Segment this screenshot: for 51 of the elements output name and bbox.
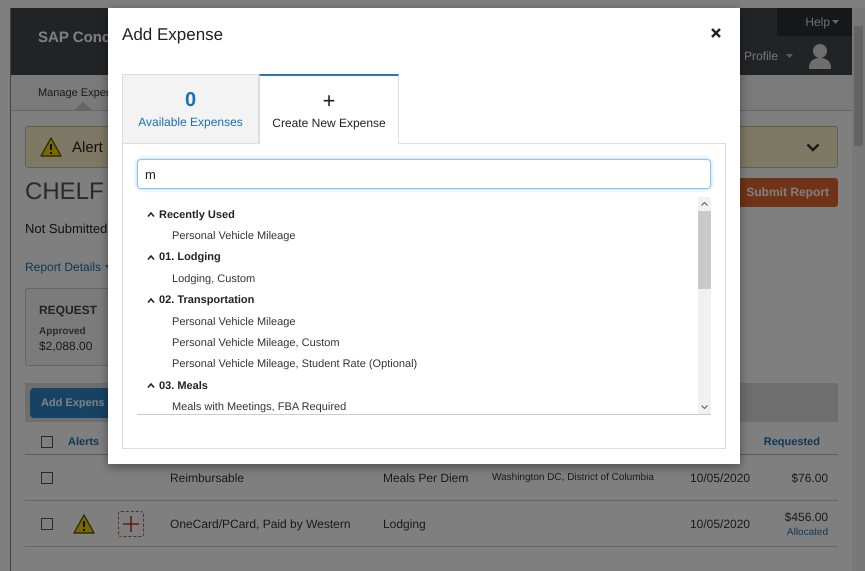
table-cell: 10/05/2020 <box>690 516 750 530</box>
scroll-up-icon[interactable] <box>701 202 708 206</box>
card-heading: REQUEST <box>39 303 98 317</box>
group-heading[interactable]: 01. Lodging <box>159 251 221 264</box>
table-cell: 10/05/2020 <box>690 470 750 484</box>
approved-amount: $2,088.00 <box>39 339 94 353</box>
list-item[interactable]: Meals with Meetings, FBA Required <box>172 401 346 414</box>
scrollbar[interactable] <box>852 8 865 571</box>
nav-tab[interactable]: Manage Exper <box>38 86 110 98</box>
report-status: Not Submitted <box>25 221 108 236</box>
tab-symbol: + <box>322 90 336 112</box>
help-menu[interactable]: Help <box>805 15 830 29</box>
table-cell: Reimbursable <box>170 470 244 484</box>
table-cell: $456.00 <box>784 510 828 524</box>
search-field[interactable]: m <box>137 159 711 189</box>
add-receipt-icon[interactable] <box>118 510 144 536</box>
avatar-icon <box>809 42 831 68</box>
table-cell: Lodging <box>383 516 426 530</box>
list-item[interactable]: Lodging, Custom <box>172 272 256 285</box>
close-icon <box>711 28 721 38</box>
checkbox[interactable] <box>41 472 53 484</box>
list-item[interactable]: Personal Vehicle Mileage <box>172 230 296 242</box>
group-heading[interactable]: 03. Meals <box>159 380 208 392</box>
close-button[interactable] <box>709 26 723 40</box>
group-heading[interactable]: 02. Transportation <box>159 294 254 306</box>
caret-icon <box>786 54 793 58</box>
table-cell: Washington DC, District of Columbia <box>492 472 654 483</box>
chevron-down-icon <box>806 142 820 152</box>
scroll-down-icon[interactable] <box>701 405 708 409</box>
tab[interactable]: 0 Available Expenses <box>122 74 259 143</box>
dialog-title: Add Expense <box>122 25 224 45</box>
caret-icon <box>832 20 839 24</box>
report-title: CHELF <box>25 178 104 206</box>
table-cell: Meals Per Diem <box>383 470 468 484</box>
brand-name: SAP Conc <box>38 29 110 46</box>
warning-icon <box>40 137 62 157</box>
alerts-label: Alert <box>72 138 103 156</box>
tab-symbol: 0 <box>184 89 196 111</box>
scrollbar[interactable] <box>698 197 711 414</box>
tab[interactable]: + Create New Expense <box>259 74 399 144</box>
tab-label: Create New Expense <box>272 116 386 130</box>
table-cell: $76.00 <box>791 470 828 484</box>
group-heading[interactable]: Recently Used <box>159 208 235 221</box>
list-item[interactable]: Personal Vehicle Mileage <box>172 316 296 328</box>
approved-label: Approved <box>39 326 87 337</box>
tab-label: Available Expenses <box>138 115 243 129</box>
table-cell: OneCard/PCard, Paid by Western <box>170 516 351 530</box>
checkbox[interactable] <box>41 518 53 530</box>
list-item[interactable]: Personal Vehicle Mileage, Custom <box>172 337 340 350</box>
checkbox[interactable] <box>41 436 53 448</box>
list-item[interactable]: Personal Vehicle Mileage, Student Rate (Optional) <box>172 358 418 370</box>
